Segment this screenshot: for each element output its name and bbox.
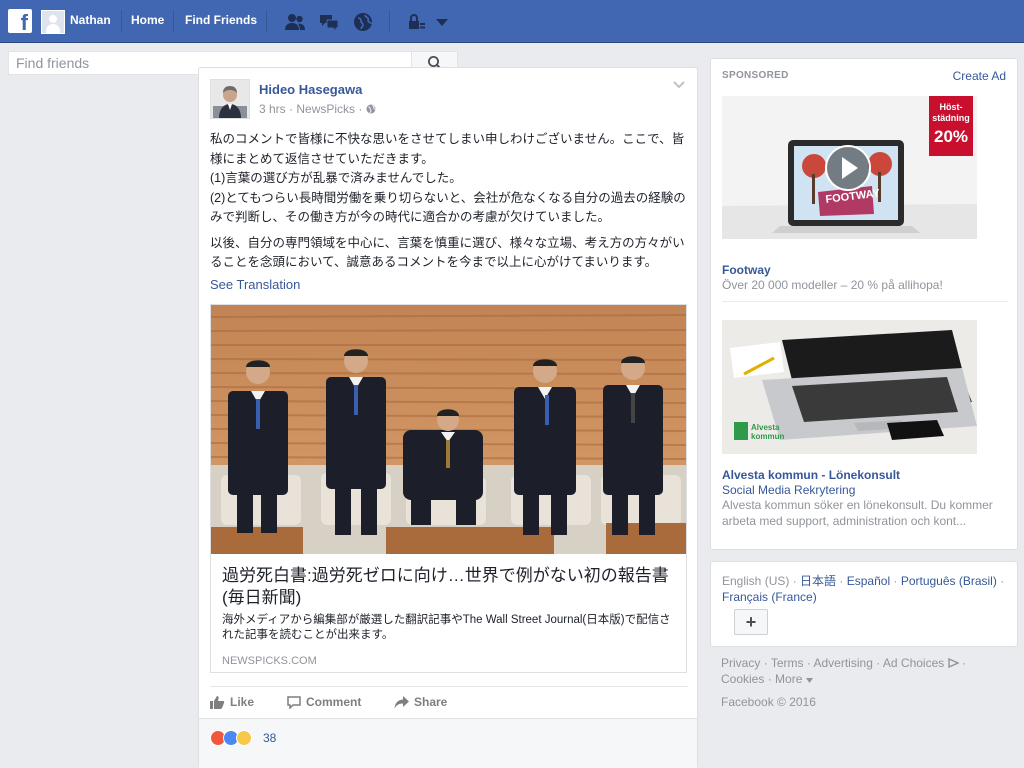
link-title[interactable]: 過労死白書:過労死ゼロに向け…世界で例がない初の報告書(毎日新聞) — [222, 565, 677, 609]
see-translation-link[interactable]: See Translation — [210, 277, 300, 292]
ad-badge-percent: 20% — [934, 127, 968, 146]
reactions-summary[interactable]: 38 — [199, 718, 697, 768]
author-avatar[interactable] — [210, 79, 250, 119]
share-button[interactable]: Share — [394, 695, 447, 709]
link-description: 海外メディアから編集部が厳選した翻訳記事やThe Wall Street Jou… — [222, 614, 671, 641]
footway-ad-title[interactable]: Footway — [722, 263, 771, 277]
link-domain: NEWSPICKS.COM — [222, 655, 317, 667]
alvesta-ad-title[interactable]: Alvesta kommun - Lönekonsult — [722, 468, 900, 482]
privacy-lock-icon[interactable] — [406, 11, 428, 33]
alvesta-logo-line-2: kommun — [751, 432, 784, 441]
post-paragraph: 以後、自分の専門領域を中心に、言葉を慎重に選び、様々な立場、考え方の方々がいるこ… — [210, 235, 685, 270]
more-caret-icon[interactable] — [805, 678, 813, 683]
top-navigation-bar: f Nathan Home Find Friends — [0, 0, 1024, 43]
reaction-count[interactable]: 38 — [263, 731, 276, 745]
feed-post: Hideo Hasegawa 3 hrs · NewsPicks · 私のコメン… — [198, 67, 698, 768]
current-language: English (US) — [722, 574, 790, 588]
footway-ad-body[interactable]: Över 20 000 modeller – 20 % på allihopa! — [722, 278, 1008, 294]
share-label: Share — [414, 695, 448, 709]
copyright-text: Facebook © 2016 — [721, 695, 816, 709]
alvesta-ad-body[interactable]: Alvesta kommun söker en lönekonsult. Du … — [722, 498, 1008, 529]
language-selector-box: English (US) · 日本語 · Español · Português… — [710, 561, 1018, 647]
post-meta: 3 hrs · NewsPicks · — [259, 102, 376, 116]
post-author-name[interactable]: Hideo Hasegawa — [259, 82, 362, 97]
notifications-globe-icon[interactable] — [352, 11, 374, 33]
separator: · — [767, 672, 776, 686]
meta-separator: · — [358, 102, 366, 116]
user-avatar[interactable] — [41, 10, 65, 34]
nav-divider — [173, 10, 174, 32]
ad-choices-icon[interactable] — [947, 657, 960, 669]
separator: · — [876, 656, 883, 670]
post-timestamp[interactable]: 3 hrs — [259, 102, 286, 116]
post-options-chevron-icon[interactable] — [672, 80, 686, 90]
language-link-french[interactable]: Français (France) — [722, 590, 817, 604]
footway-ad-image[interactable]: FOOTWAY Höst- städning 20% — [722, 96, 977, 239]
separator: · — [806, 656, 814, 670]
home-link[interactable]: Home — [131, 13, 164, 27]
separator: · — [1000, 574, 1005, 588]
messages-icon[interactable] — [318, 11, 340, 33]
footer-link-privacy[interactable]: Privacy — [721, 656, 760, 670]
thumbs-up-icon — [210, 696, 225, 709]
footer-link-cookies[interactable]: Cookies — [721, 672, 764, 686]
find-friends-link[interactable]: Find Friends — [185, 13, 257, 27]
separator: · — [839, 574, 847, 588]
footer-link-ad-choices[interactable]: Ad Choices — [883, 656, 944, 670]
language-link-japanese[interactable]: 日本語 — [800, 574, 836, 588]
sponsored-box: SPONSORED Create Ad FOOTWAY Höst- städni… — [710, 58, 1018, 550]
create-ad-link[interactable]: Create Ad — [953, 69, 1006, 83]
footer-link-terms[interactable]: Terms — [771, 656, 804, 670]
comment-icon — [287, 695, 301, 709]
like-label: Like — [230, 695, 255, 709]
haha-reaction-icon — [236, 730, 252, 746]
separator: · — [893, 574, 901, 588]
footway-laptop-video: FOOTWAY Höst- städning 20% — [722, 96, 977, 239]
ad-badge-line-1: Höst- — [940, 102, 963, 112]
alvesta-laptop-photo: Alvesta kommun — [722, 320, 977, 454]
footer-link-advertising[interactable]: Advertising — [814, 656, 873, 670]
ad-badge-line-2: städning — [932, 113, 970, 123]
alvesta-logo-line-1: Alvesta — [751, 423, 780, 432]
like-button[interactable]: Like — [210, 695, 254, 709]
share-arrow-icon — [394, 695, 409, 708]
ad-divider — [722, 301, 1008, 302]
comment-label: Comment — [306, 695, 362, 709]
post-paragraph: 私のコメントで皆様に不快な思いをさせてしまい申しわけございません。ここで、皆様に… — [210, 132, 686, 224]
separator: · — [792, 574, 801, 588]
page-footer: Privacy · Terms · Advertising · Ad Choic… — [721, 655, 1017, 687]
sponsored-heading: SPONSORED — [722, 70, 789, 81]
alvesta-ad-image[interactable]: Alvesta kommun — [722, 320, 977, 454]
language-link-portuguese[interactable]: Português (Brasil) — [901, 574, 997, 588]
more-languages-button[interactable]: + — [734, 609, 768, 635]
friend-requests-icon[interactable] — [284, 11, 306, 33]
separator: · — [763, 656, 771, 670]
footer-link-more[interactable]: More — [775, 672, 802, 686]
post-source[interactable]: NewsPicks — [296, 102, 355, 116]
comment-button[interactable]: Comment — [287, 695, 361, 709]
facebook-logo-icon[interactable]: f — [8, 9, 32, 33]
globe-icon[interactable] — [366, 104, 376, 114]
nav-divider — [389, 10, 390, 32]
nav-divider — [266, 10, 267, 32]
account-menu-caret-icon[interactable] — [431, 11, 453, 33]
post-body: 私のコメントで皆様に不快な思いをさせてしまい申しわけございません。ここで、皆様に… — [210, 130, 688, 279]
shared-link-card[interactable]: 過労死白書:過労死ゼロに向け…世界で例がない初の報告書(毎日新聞) 海外メディア… — [210, 304, 687, 673]
alvesta-ad-subtitle[interactable]: Social Media Rekrytering — [722, 483, 855, 497]
language-link-spanish[interactable]: Español — [847, 574, 890, 588]
post-action-bar: Like Comment Share — [210, 686, 688, 718]
nav-divider — [121, 10, 122, 32]
separator: · — [961, 656, 966, 670]
reaction-icons — [210, 730, 252, 746]
article-photo — [211, 305, 686, 554]
profile-link[interactable]: Nathan — [70, 13, 111, 27]
author-photo — [211, 80, 249, 118]
